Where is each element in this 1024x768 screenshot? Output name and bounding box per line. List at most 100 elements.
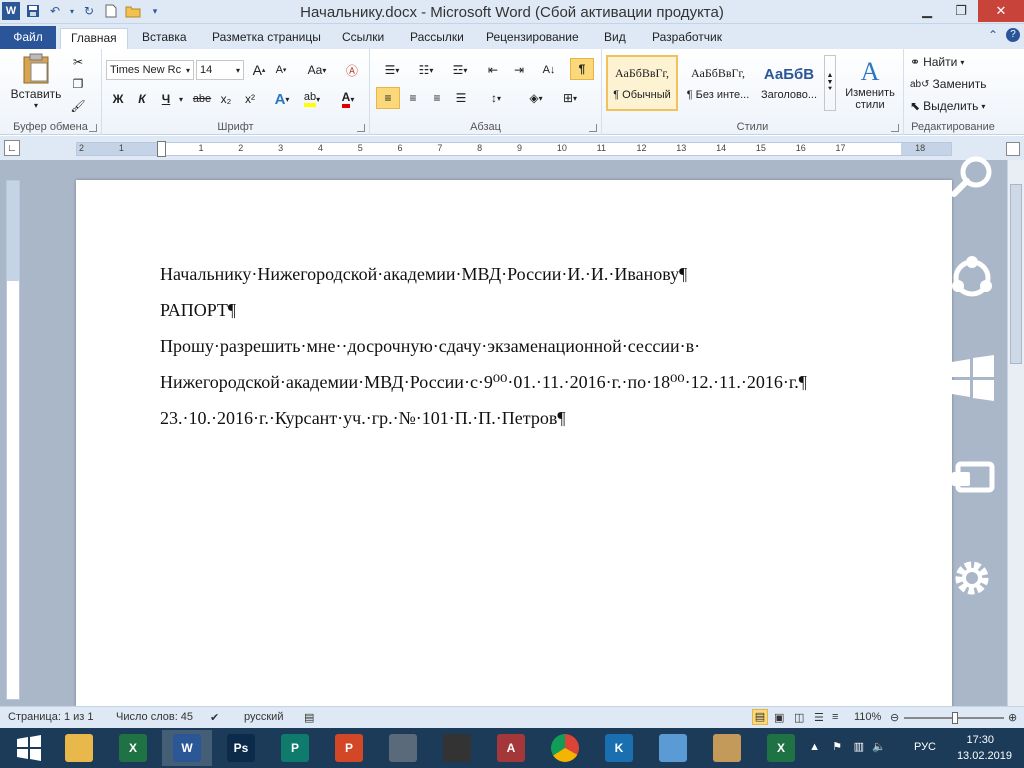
- find-button[interactable]: ⚭ Найти ▾: [910, 53, 1000, 71]
- taskbar-app-excel-2[interactable]: X: [756, 730, 806, 766]
- taskbar-app-word[interactable]: W: [162, 730, 212, 766]
- taskbar-app-video-player[interactable]: [432, 730, 482, 766]
- scroll-down-icon[interactable]: ▼: [827, 79, 834, 86]
- multilevel-list-icon[interactable]: ☲ ▾: [446, 60, 474, 80]
- zoom-level[interactable]: 110%: [854, 711, 881, 723]
- taskbar-app-photoshop[interactable]: Ps: [216, 730, 266, 766]
- taskbar-app-calculator[interactable]: [378, 730, 428, 766]
- devices-icon[interactable]: [948, 454, 996, 502]
- tray-overflow-icon[interactable]: ▲: [809, 741, 820, 753]
- decrease-indent-icon[interactable]: ⇤: [482, 60, 504, 80]
- italic-button[interactable]: К: [132, 89, 152, 109]
- indent-marker-icon[interactable]: [157, 141, 166, 157]
- sort-icon[interactable]: A↓: [538, 60, 560, 80]
- help-icon[interactable]: ?: [1006, 28, 1020, 42]
- taskbar-app-app-k[interactable]: K: [594, 730, 644, 766]
- taskbar-app-powerpoint[interactable]: P: [324, 730, 374, 766]
- change-case-button[interactable]: Aa ▾: [304, 60, 330, 80]
- paste-button[interactable]: Вставить ▾: [8, 51, 64, 111]
- tab-insert[interactable]: Вставка: [132, 28, 197, 49]
- zoom-out-icon[interactable]: ⊖: [890, 711, 899, 724]
- restore-button[interactable]: ❐: [944, 0, 978, 22]
- paragraph-signature[interactable]: 23.·10.·2016·г.·Курсант·уч.·гр.·№·101·П.…: [160, 408, 565, 429]
- bold-button[interactable]: Ж: [108, 89, 128, 109]
- minimize-button[interactable]: ▁: [910, 0, 944, 22]
- zoom-in-icon[interactable]: ⊕: [1008, 711, 1017, 724]
- search-icon[interactable]: [948, 154, 996, 202]
- ribbon-minimize-icon[interactable]: ⌃: [988, 28, 998, 42]
- macro-record-icon[interactable]: ▤: [304, 711, 314, 724]
- shading-icon[interactable]: ◈ ▾: [522, 87, 550, 109]
- justify-icon[interactable]: ☰: [450, 87, 472, 109]
- tab-page-layout[interactable]: Разметка страницы: [202, 28, 331, 49]
- underline-dropdown-icon[interactable]: ▾: [176, 89, 186, 109]
- vertical-ruler[interactable]: [6, 180, 20, 700]
- taskbar-app-access[interactable]: A: [486, 730, 536, 766]
- replace-button[interactable]: ab↺ Заменить: [910, 75, 1000, 93]
- grow-font-button[interactable]: A ▴: [250, 60, 268, 80]
- start-icon[interactable]: [948, 354, 996, 402]
- clock-date[interactable]: 13.02.2019: [957, 750, 1012, 762]
- paragraph-body-2[interactable]: Нижегородской·академии·МВД·России·с·9⁰⁰·…: [160, 372, 807, 393]
- flag-icon[interactable]: ⚑: [832, 740, 842, 753]
- cut-icon[interactable]: ✂: [68, 53, 88, 71]
- font-color-icon[interactable]: A ▾: [336, 89, 360, 109]
- font-size-select[interactable]: 14 ▾: [196, 60, 244, 80]
- volume-icon[interactable]: 🔈: [872, 740, 886, 753]
- page-count[interactable]: Страница: 1 из 1: [8, 711, 94, 723]
- clock-time[interactable]: 17:30: [966, 734, 994, 746]
- tab-selector-icon[interactable]: ∟: [4, 140, 20, 156]
- settings-gear-icon[interactable]: [948, 554, 996, 602]
- show-formatting-marks-icon[interactable]: ¶: [570, 58, 594, 80]
- language-indicator[interactable]: русский: [244, 711, 283, 723]
- tab-review[interactable]: Рецензирование: [476, 28, 589, 49]
- tab-home[interactable]: Главная: [60, 28, 128, 49]
- tab-mailings[interactable]: Рассылки: [400, 28, 474, 49]
- taskbar-app-paint[interactable]: [702, 730, 752, 766]
- network-icon[interactable]: ▥: [854, 740, 864, 753]
- view-full-screen-icon[interactable]: ▣: [774, 711, 784, 724]
- paragraph-body-1[interactable]: Прошу·разрешить·мне··досрочную·сдачу·экз…: [160, 336, 700, 357]
- line-spacing-icon[interactable]: ↕ ▾: [482, 87, 510, 109]
- scroll-up-icon[interactable]: ▲: [827, 72, 834, 79]
- start-button[interactable]: [4, 730, 54, 766]
- change-styles-button[interactable]: A Изменить стили: [840, 53, 900, 115]
- document-page[interactable]: Начальнику·Нижегородской·академии·МВД·Ро…: [76, 180, 952, 710]
- strikethrough-button[interactable]: abe: [190, 89, 214, 109]
- select-button[interactable]: ⬉ Выделить ▾: [910, 97, 1000, 115]
- zoom-slider[interactable]: [904, 712, 1004, 724]
- style-heading[interactable]: АаБбВ Заголово...: [756, 55, 822, 111]
- more-styles-icon[interactable]: ⯆: [827, 86, 833, 94]
- paragraph-launcher-icon[interactable]: [589, 124, 597, 132]
- bullets-icon[interactable]: ☰ ▾: [378, 60, 406, 80]
- view-print-layout-icon[interactable]: ▤: [752, 709, 768, 725]
- paste-dropdown-icon[interactable]: ▾: [34, 101, 38, 110]
- paragraph-title[interactable]: РАПОРТ¶: [160, 300, 236, 321]
- format-painter-icon[interactable]: 🖌: [68, 97, 88, 115]
- horizontal-ruler[interactable]: 2 1 1 2 3 4 5 6 7 8 9 10 11 12 13 14 15 16 17 18: [76, 141, 952, 157]
- vertical-scrollbar[interactable]: [1007, 160, 1024, 706]
- scrollbar-thumb[interactable]: [1010, 184, 1022, 364]
- taskbar-app-notepad[interactable]: [648, 730, 698, 766]
- share-icon[interactable]: [948, 254, 996, 302]
- font-launcher-icon[interactable]: [357, 124, 365, 132]
- subscript-button[interactable]: x₂: [216, 89, 236, 109]
- text-effects-icon[interactable]: A ▾: [270, 89, 294, 109]
- style-no-spacing[interactable]: АаБбВвГг, ¶ Без инте...: [682, 55, 754, 111]
- word-count[interactable]: Число слов: 45: [116, 711, 193, 723]
- taskbar-app-publisher[interactable]: P: [270, 730, 320, 766]
- taskbar-app-excel[interactable]: X: [108, 730, 158, 766]
- tab-file[interactable]: Файл: [0, 26, 56, 49]
- tab-view[interactable]: Вид: [594, 28, 636, 49]
- clear-formatting-icon[interactable]: Ⓐ: [342, 60, 362, 80]
- align-right-icon[interactable]: ≡: [426, 87, 448, 109]
- clipboard-launcher-icon[interactable]: [89, 124, 97, 132]
- borders-icon[interactable]: ⊞ ▾: [556, 87, 584, 109]
- styles-scroll[interactable]: ▲ ▼ ⯆: [824, 55, 836, 111]
- paragraph-addressee[interactable]: Начальнику·Нижегородской·академии·МВД·Ро…: [160, 264, 687, 285]
- superscript-button[interactable]: x²: [240, 89, 260, 109]
- view-outline-icon[interactable]: ☰: [814, 711, 824, 724]
- taskbar-app-chrome[interactable]: [540, 730, 590, 766]
- view-web-layout-icon[interactable]: ◫: [794, 711, 804, 724]
- font-name-select[interactable]: Times New Rc ▾: [106, 60, 194, 80]
